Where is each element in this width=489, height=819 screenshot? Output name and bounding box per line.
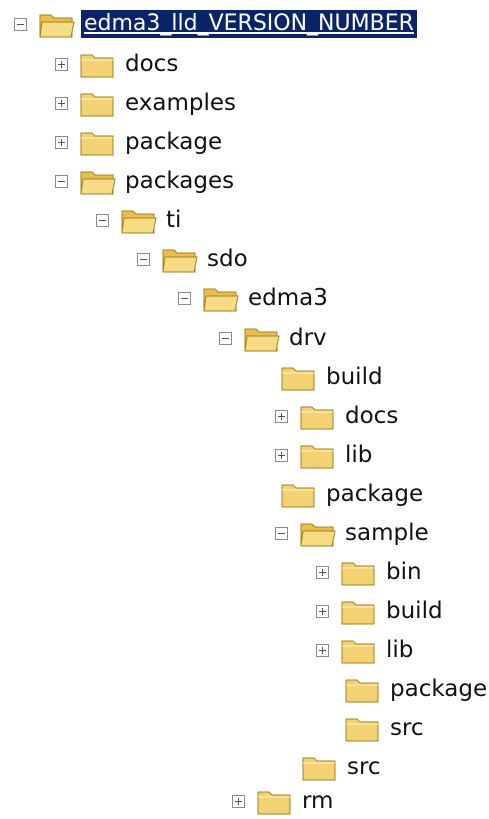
folder-icon [80, 54, 114, 78]
minus-icon[interactable] [137, 252, 150, 266]
tree-node-drv-lib[interactable]: lib [275, 437, 375, 473]
tree-node-docs[interactable]: docs [55, 46, 181, 82]
folder-icon [302, 757, 336, 781]
tree-node-label: package [390, 676, 488, 702]
minus-icon[interactable] [219, 331, 232, 345]
plus-icon[interactable] [275, 448, 288, 462]
minus-icon[interactable] [55, 174, 68, 188]
tree-node-label: docs [345, 403, 399, 429]
tree-node-label: examples [125, 90, 236, 116]
tree-node-label: docs [125, 51, 179, 77]
folder-icon [341, 601, 375, 625]
folder-icon [80, 132, 114, 156]
folder-icon [345, 679, 379, 703]
tree-node-label: build [386, 598, 443, 624]
tree-node-drv-docs[interactable]: docs [275, 398, 401, 434]
tree-node-drv-package[interactable]: package [280, 476, 426, 512]
tree-node-sample-build[interactable]: build [316, 593, 446, 629]
tree-node-label: package [125, 129, 223, 155]
plus-icon[interactable] [55, 96, 68, 110]
tree-node-label: src [347, 754, 381, 780]
tree-node-label: package [326, 481, 424, 507]
folder-open-icon [203, 288, 239, 312]
plus-icon[interactable] [55, 135, 68, 149]
tree-node-label: edma3_lld_VERSION_NUMBER [81, 10, 417, 38]
folder-icon [300, 406, 334, 430]
plus-icon[interactable] [316, 565, 329, 579]
tree-node-label: packages [125, 168, 235, 194]
tree-node-label: bin [386, 559, 422, 585]
folder-open-icon [121, 210, 157, 234]
folder-tree: edma3_lld_VERSION_NUMBER docs examples p… [0, 0, 489, 815]
folder-icon [80, 93, 114, 117]
tree-node-sample-src[interactable]: src [344, 710, 427, 746]
tree-node-drv-build[interactable]: build [280, 359, 386, 395]
tree-node-drv[interactable]: drv [219, 320, 330, 356]
tree-node-label: ti [166, 207, 182, 233]
tree-node-drv-src[interactable]: src [301, 749, 384, 785]
tree-node-packages[interactable]: packages [55, 163, 237, 199]
plus-icon[interactable] [55, 57, 68, 71]
folder-open-icon [162, 249, 198, 273]
tree-node-label: sample [345, 520, 429, 546]
plus-icon[interactable] [316, 604, 329, 618]
tree-node-label: lib [345, 442, 373, 468]
folder-open-icon [39, 14, 75, 38]
minus-icon[interactable] [14, 17, 27, 31]
minus-icon[interactable] [275, 526, 288, 540]
folder-open-icon [80, 171, 116, 195]
tree-node-examples[interactable]: examples [55, 85, 239, 121]
tree-node-label: src [390, 715, 424, 741]
folder-icon [281, 367, 315, 391]
tree-node-edma3[interactable]: edma3 [178, 280, 331, 316]
tree-node-sample-bin[interactable]: bin [316, 554, 425, 590]
folder-icon [341, 640, 375, 664]
plus-icon[interactable] [275, 409, 288, 423]
tree-node-sdo[interactable]: sdo [137, 241, 251, 277]
folder-icon [341, 562, 375, 586]
folder-icon [300, 445, 334, 469]
tree-node-ti[interactable]: ti [96, 202, 184, 238]
tree-node-label: drv [289, 325, 327, 351]
folder-icon [257, 791, 291, 815]
tree-node-sample-package[interactable]: package [344, 671, 489, 707]
tree-node-sample-lib[interactable]: lib [316, 632, 416, 668]
tree-node-sample[interactable]: sample [275, 515, 432, 551]
tree-node-label: lib [386, 637, 414, 663]
plus-icon[interactable] [316, 643, 329, 657]
folder-icon [345, 718, 379, 742]
tree-node-label: rm [302, 788, 334, 814]
folder-open-icon [300, 523, 336, 547]
plus-icon[interactable] [232, 794, 245, 808]
minus-icon[interactable] [96, 213, 109, 227]
tree-node-label: edma3 [248, 285, 328, 311]
tree-node-label: build [326, 364, 383, 390]
tree-node-label: sdo [207, 246, 248, 272]
tree-node-root[interactable]: edma3_lld_VERSION_NUMBER [14, 6, 417, 42]
tree-node-package[interactable]: package [55, 124, 225, 160]
folder-open-icon [244, 328, 280, 352]
minus-icon[interactable] [178, 291, 191, 305]
folder-icon [281, 484, 315, 508]
